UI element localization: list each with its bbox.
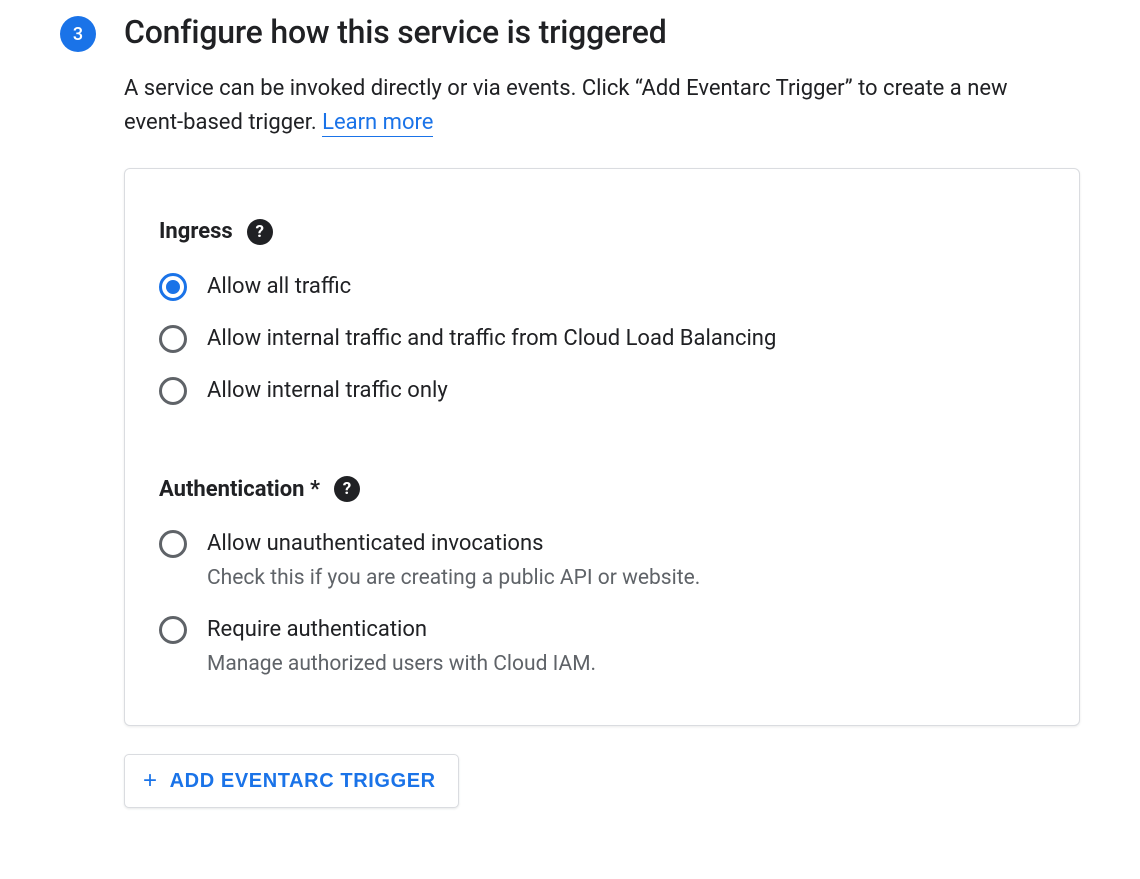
radio-labels: Allow all traffic bbox=[207, 271, 351, 303]
radio-label: Allow internal traffic and traffic from … bbox=[207, 323, 776, 355]
triggering-card: Ingress ? Allow all traffic Allow intern… bbox=[124, 168, 1080, 726]
radio-label: Allow internal traffic only bbox=[207, 375, 448, 407]
step-content: Configure how this service is triggered … bbox=[124, 12, 1080, 808]
auth-option-unauthenticated[interactable]: Allow unauthenticated invocations Check … bbox=[159, 528, 1045, 593]
ingress-title: Ingress bbox=[159, 219, 233, 244]
radio-labels: Require authentication Manage authorized… bbox=[207, 614, 596, 679]
radio-labels: Allow internal traffic and traffic from … bbox=[207, 323, 776, 355]
step-number: 3 bbox=[73, 24, 83, 45]
radio-labels: Allow internal traffic only bbox=[207, 375, 448, 407]
section-title: Configure how this service is triggered bbox=[124, 12, 1080, 54]
spacer bbox=[159, 426, 1045, 476]
radio-label: Require authentication bbox=[207, 614, 596, 646]
add-trigger-button-label: ADD EVENTARC TRIGGER bbox=[170, 770, 436, 793]
step-row: 3 Configure how this service is triggere… bbox=[0, 0, 1140, 808]
add-eventarc-trigger-button[interactable]: + ADD EVENTARC TRIGGER bbox=[124, 754, 459, 808]
step-number-badge: 3 bbox=[60, 16, 96, 52]
plus-icon: + bbox=[143, 769, 158, 793]
ingress-option-all-traffic[interactable]: Allow all traffic bbox=[159, 271, 1045, 303]
radio-icon bbox=[159, 530, 187, 558]
learn-more-link[interactable]: Learn more bbox=[322, 110, 433, 137]
section-description-text: A service can be invoked directly or via… bbox=[124, 76, 1008, 135]
radio-labels: Allow unauthenticated invocations Check … bbox=[207, 528, 700, 593]
help-icon[interactable]: ? bbox=[247, 219, 273, 245]
ingress-option-internal-only[interactable]: Allow internal traffic only bbox=[159, 375, 1045, 407]
radio-sublabel: Check this if you are creating a public … bbox=[207, 564, 700, 593]
radio-icon bbox=[159, 377, 187, 405]
radio-label: Allow unauthenticated invocations bbox=[207, 528, 700, 560]
section-description: A service can be invoked directly or via… bbox=[124, 72, 1044, 140]
ingress-option-internal-and-lb[interactable]: Allow internal traffic and traffic from … bbox=[159, 323, 1045, 355]
auth-option-require-auth[interactable]: Require authentication Manage authorized… bbox=[159, 614, 1045, 679]
radio-label: Allow all traffic bbox=[207, 271, 351, 303]
radio-icon bbox=[159, 616, 187, 644]
authentication-title-row: Authentication * ? bbox=[159, 476, 1045, 502]
radio-sublabel: Manage authorized users with Cloud IAM. bbox=[207, 650, 596, 679]
help-icon[interactable]: ? bbox=[334, 476, 360, 502]
radio-icon bbox=[159, 273, 187, 301]
radio-icon bbox=[159, 325, 187, 353]
ingress-title-row: Ingress ? bbox=[159, 219, 1045, 245]
authentication-title: Authentication * bbox=[159, 477, 320, 502]
